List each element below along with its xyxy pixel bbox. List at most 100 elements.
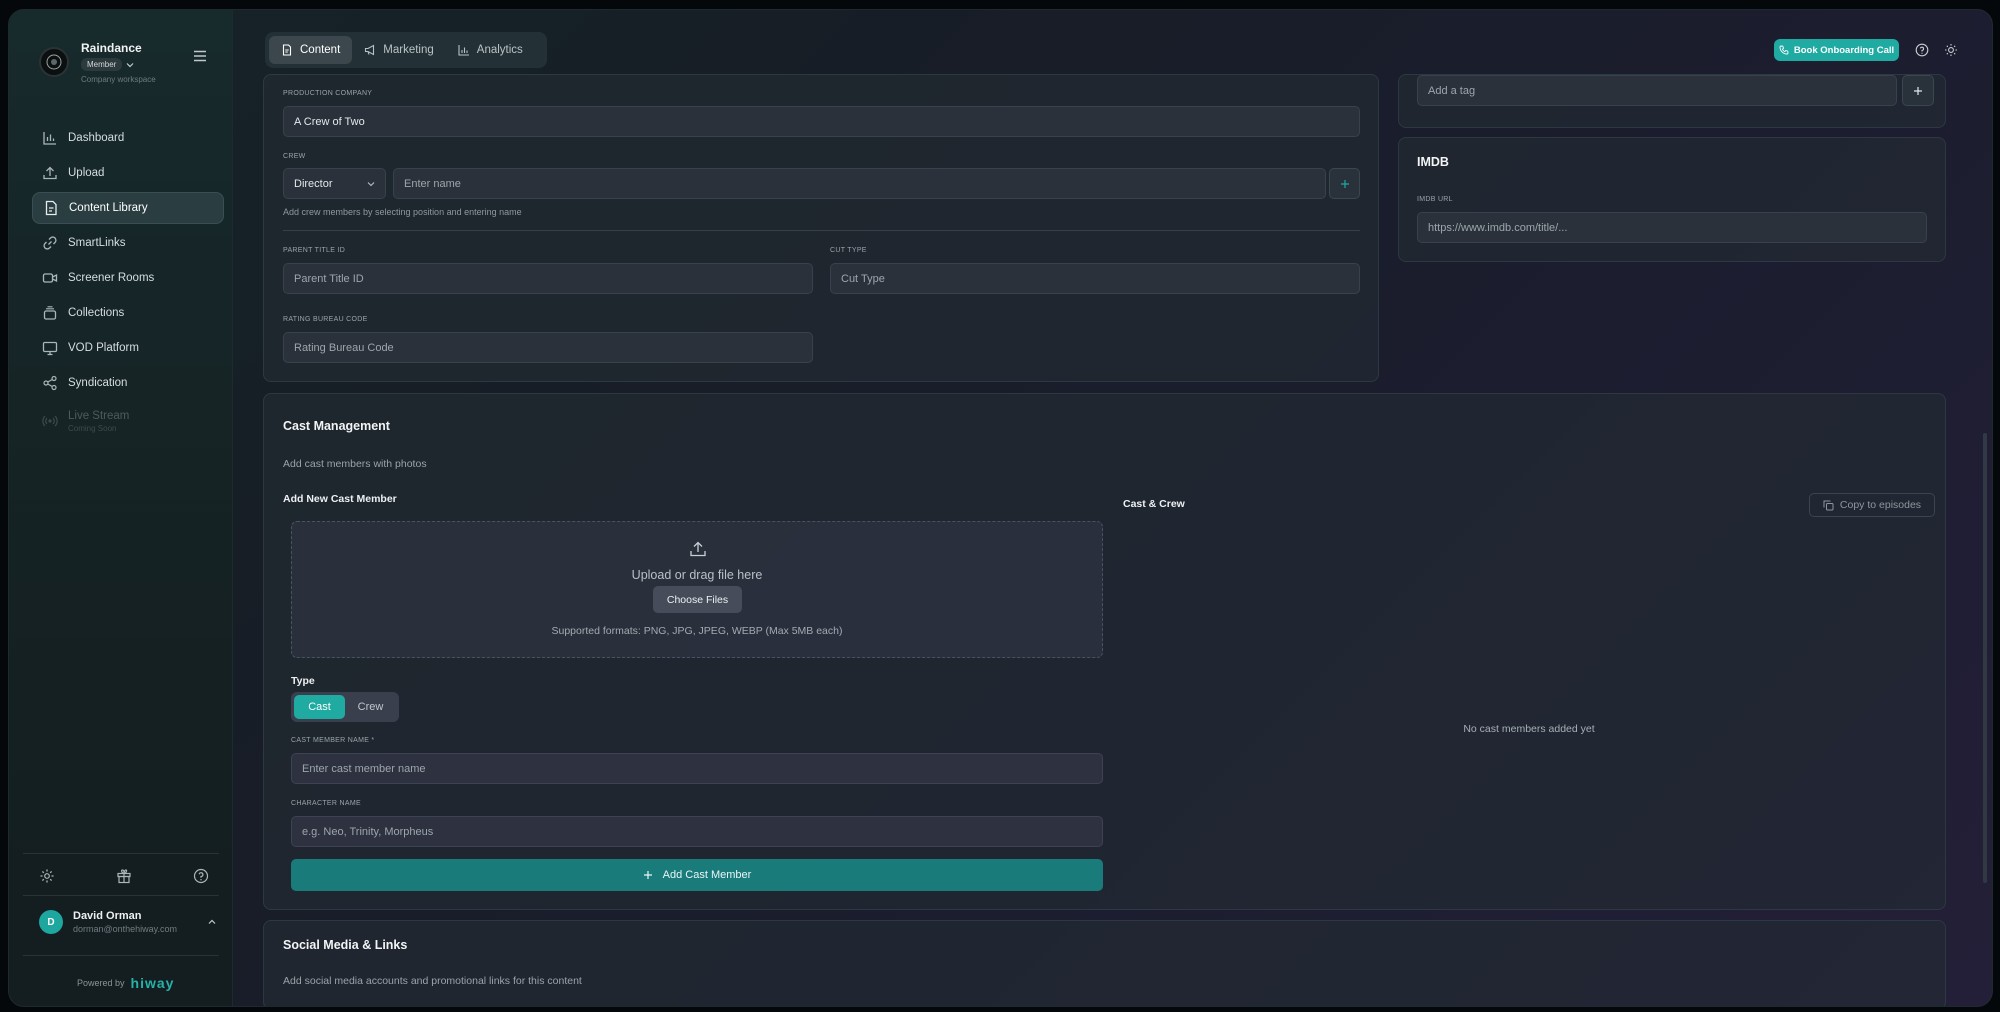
tab-label: Marketing: [383, 44, 434, 56]
sidebar-item-vod-platform[interactable]: VOD Platform: [32, 332, 224, 364]
video-icon: [42, 270, 58, 286]
page-scrollbar[interactable]: [1981, 88, 1989, 1006]
production-company-input[interactable]: A Crew of Two: [283, 106, 1360, 137]
divider: [283, 230, 1360, 231]
divider: [23, 955, 219, 956]
add-cast-member-button[interactable]: Add Cast Member: [291, 859, 1103, 891]
social-media-panel: [263, 920, 1946, 1006]
crew-hint: Add crew members by selecting position a…: [283, 207, 522, 217]
help-icon[interactable]: [1915, 43, 1929, 57]
sidebar-item-label: Live Stream: [68, 409, 130, 422]
imdb-url-input[interactable]: https://www.imdb.com/title/...: [1417, 212, 1927, 243]
user-name: David Orman: [73, 910, 142, 922]
sidebar-item-label: Upload: [68, 167, 105, 179]
production-company-label: PRODUCTION COMPANY: [283, 90, 373, 97]
tab-analytics[interactable]: Analytics: [446, 36, 535, 64]
crew-position-select[interactable]: Director: [283, 168, 386, 199]
sidebar-item-label: SmartLinks: [68, 237, 126, 249]
divider: [23, 853, 219, 854]
sidebar-item-screener-rooms[interactable]: Screener Rooms: [32, 262, 224, 294]
sidebar-item-label: Collections: [68, 307, 125, 319]
chevron-up-icon[interactable]: [207, 917, 217, 927]
character-name-input[interactable]: e.g. Neo, Trinity, Morpheus: [291, 816, 1103, 847]
crew-name-input[interactable]: Enter name: [393, 168, 1326, 199]
add-tag-button[interactable]: [1902, 75, 1934, 106]
type-toggle: Cast Crew: [291, 692, 399, 722]
tab-marketing[interactable]: Marketing: [352, 36, 446, 64]
sidebar-item-label: Dashboard: [68, 132, 125, 144]
sidebar-nav: Dashboard Upload Content Library SmartLi…: [32, 122, 224, 443]
app-window: Raindance Member Company workspace Dashb…: [8, 9, 1993, 1007]
help-icon[interactable]: [193, 868, 209, 884]
layers-icon: [42, 305, 58, 321]
tag-input[interactable]: Add a tag: [1417, 75, 1897, 106]
scrollbar-thumb[interactable]: [1983, 433, 1987, 883]
sidebar: Raindance Member Company workspace Dashb…: [9, 10, 233, 1006]
imdb-title: IMDB: [1417, 155, 1449, 169]
settings-icon[interactable]: [39, 868, 55, 884]
type-option-cast[interactable]: Cast: [294, 695, 345, 719]
imdb-panel: [1398, 137, 1946, 262]
copy-to-episodes-button[interactable]: Copy to episodes: [1809, 493, 1935, 517]
type-label: Type: [291, 675, 315, 687]
powered-label: Powered by: [77, 978, 125, 988]
crew-label: CREW: [283, 153, 306, 160]
cut-type-label: CUT TYPE: [830, 247, 867, 254]
megaphone-icon: [364, 44, 376, 56]
sidebar-item-smartlinks[interactable]: SmartLinks: [32, 227, 224, 259]
crew-position-value: Director: [294, 177, 333, 190]
empty-cast-message: No cast members added yet: [1463, 723, 1595, 735]
broadcast-icon: [42, 413, 58, 429]
cast-management-subtitle: Add cast members with photos: [283, 458, 427, 470]
upload-icon: [689, 540, 707, 558]
share-icon: [42, 375, 58, 391]
file-icon: [43, 200, 59, 216]
workspace-subtitle: Company workspace: [81, 75, 156, 84]
plus-icon: [1914, 86, 1922, 95]
book-onboarding-label: Book Onboarding Call: [1793, 44, 1895, 56]
sidebar-item-label: Content Library: [69, 202, 148, 214]
type-option-crew[interactable]: Crew: [345, 695, 396, 719]
sidebar-item-content-library[interactable]: Content Library: [32, 192, 224, 224]
sidebar-item-upload[interactable]: Upload: [32, 157, 224, 189]
powered-by: Powered by hiway: [77, 975, 174, 991]
user-email: dorman@onthehiway.com: [73, 924, 178, 934]
menu-icon[interactable]: [193, 50, 207, 62]
cast-name-input[interactable]: Enter cast member name: [291, 753, 1103, 784]
chevron-down-icon[interactable]: [126, 61, 134, 69]
sidebar-item-collections[interactable]: Collections: [32, 297, 224, 329]
main-tabs: Content Marketing Analytics: [265, 32, 547, 68]
chart-bar-icon: [42, 130, 58, 146]
tab-label: Analytics: [476, 44, 523, 56]
monitor-icon: [42, 340, 58, 356]
role-badge: Member: [81, 58, 123, 71]
sidebar-item-dashboard[interactable]: Dashboard: [32, 122, 224, 154]
user-menu[interactable]: D David Orman dorman@onthehiway.com: [39, 910, 217, 934]
rating-input[interactable]: Rating Bureau Code: [283, 332, 813, 363]
cast-name-label: CAST MEMBER NAME *: [291, 737, 375, 744]
add-cast-member-label: Add Cast Member: [662, 869, 752, 881]
rating-label: RATING BUREAU CODE: [283, 316, 368, 323]
plus-icon: [1340, 179, 1349, 188]
sun-icon[interactable]: [1944, 43, 1958, 57]
phone-icon: [1779, 45, 1789, 55]
avatar: D: [39, 910, 63, 934]
upload-icon: [42, 165, 58, 181]
choose-files-button[interactable]: Choose Files: [653, 586, 742, 613]
add-crew-button[interactable]: [1329, 168, 1360, 199]
chevron-down-icon: [367, 181, 375, 186]
gift-icon[interactable]: [116, 868, 132, 884]
book-onboarding-button[interactable]: Book Onboarding Call: [1774, 39, 1899, 61]
upload-text: Upload or drag file here: [631, 568, 763, 582]
sidebar-item-label: Syndication: [68, 377, 128, 389]
cut-type-input[interactable]: Cut Type: [830, 263, 1360, 294]
character-name-label: CHARACTER NAME: [291, 800, 361, 807]
divider: [23, 895, 219, 896]
sidebar-item-syndication[interactable]: Syndication: [32, 367, 224, 399]
tab-content[interactable]: Content: [269, 36, 353, 64]
cast-management-title: Cast Management: [283, 419, 390, 433]
workspace-switcher[interactable]: Raindance Member Company workspace: [39, 41, 156, 84]
sidebar-item-live-stream: Live Stream Coming Soon: [32, 402, 224, 440]
parent-title-input[interactable]: Parent Title ID: [283, 263, 813, 294]
sidebar-item-label: VOD Platform: [68, 342, 139, 354]
